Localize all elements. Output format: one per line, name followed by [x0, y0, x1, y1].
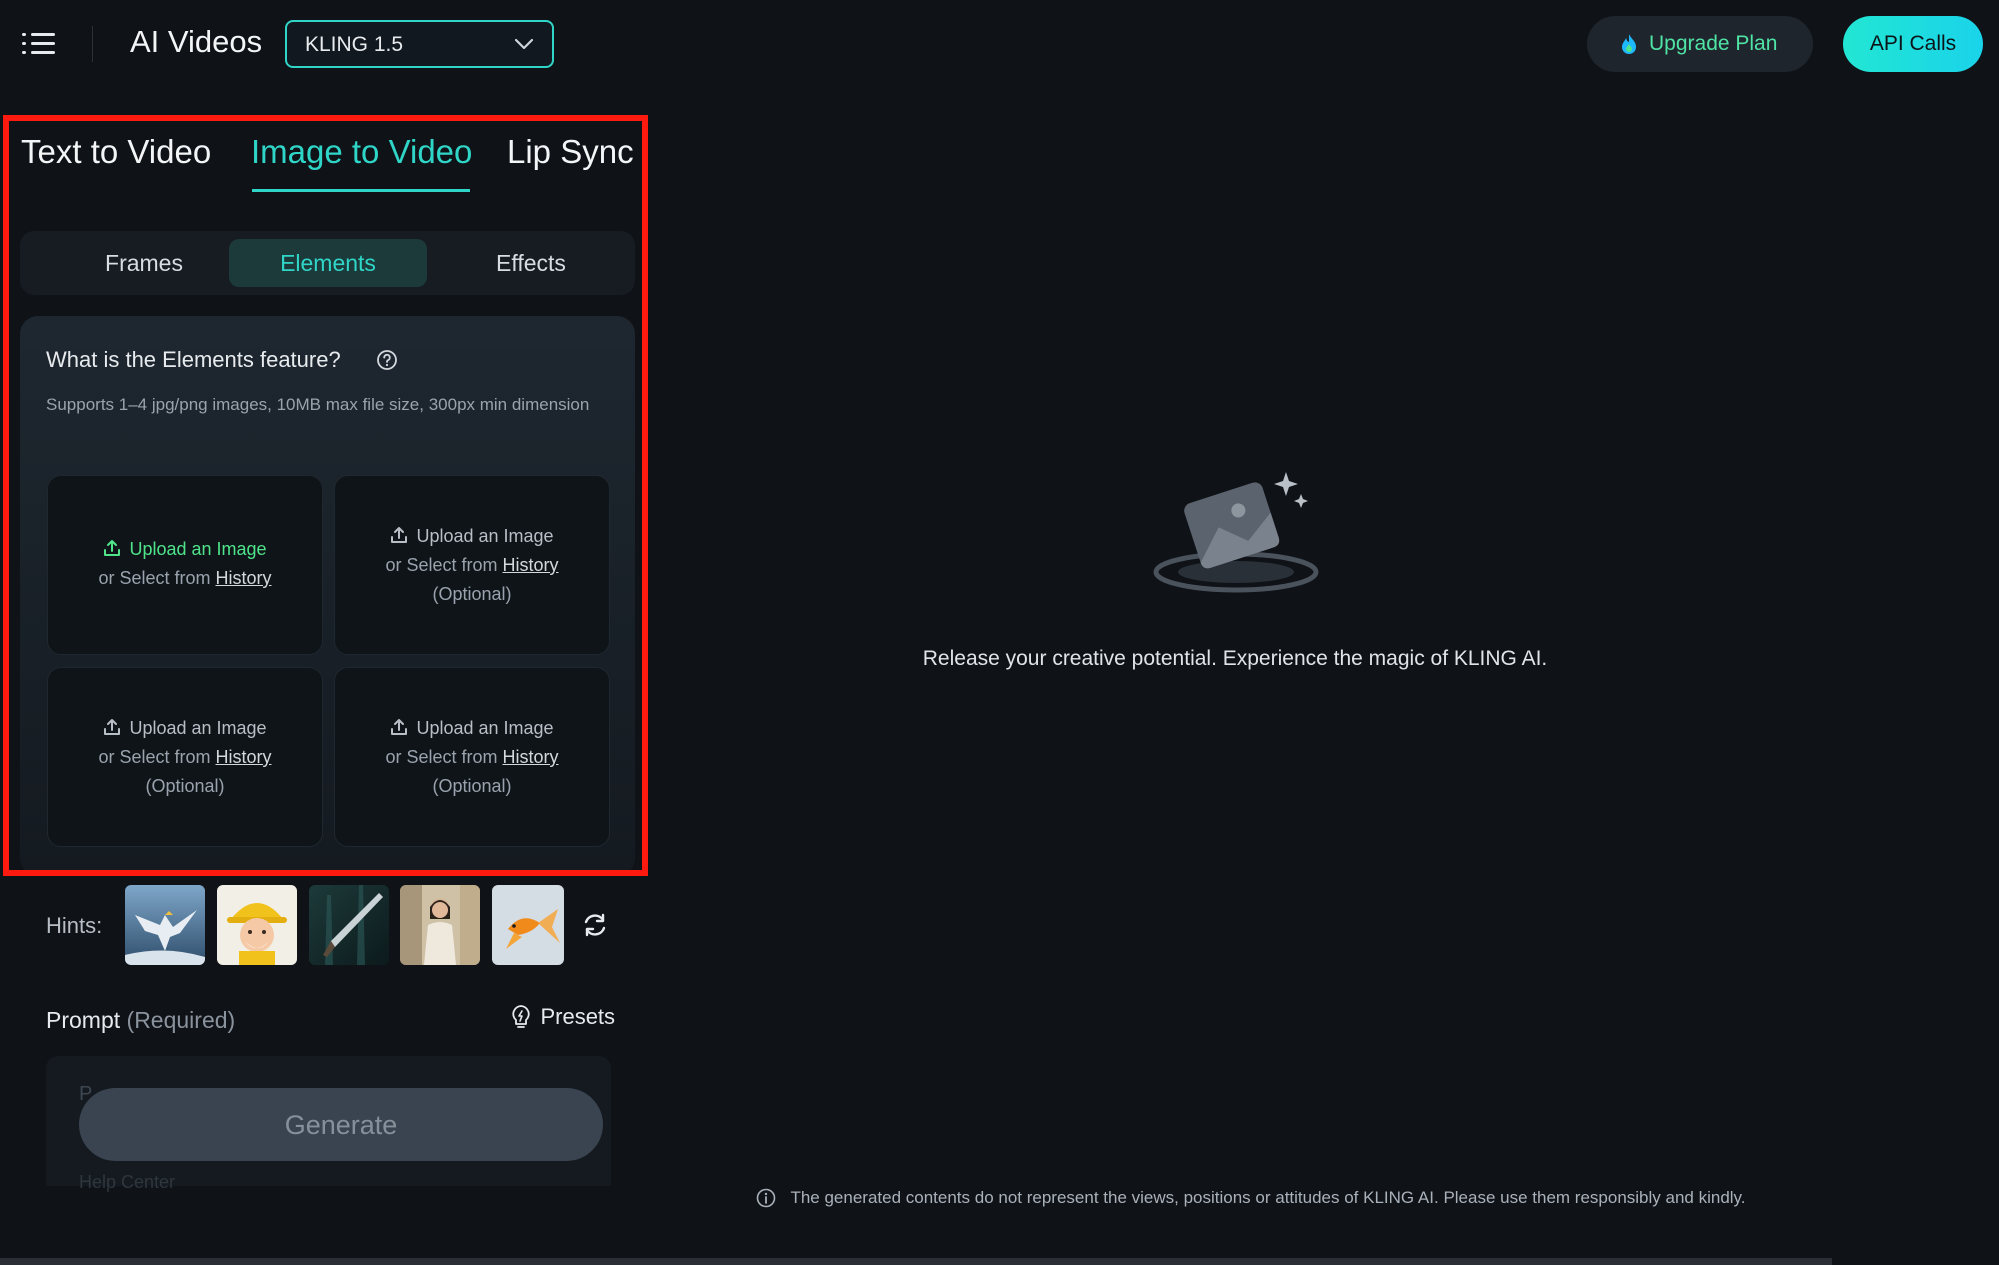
page-title: AI Videos [130, 24, 263, 59]
upload-label: Upload an Image [416, 526, 554, 546]
tab-text-to-video[interactable]: Text to Video [21, 133, 211, 171]
flame-icon [1622, 34, 1636, 54]
select-from-label: or Select from [385, 555, 498, 575]
hint-woman-portrait-image[interactable] [400, 885, 480, 965]
history-link[interactable]: History [216, 568, 272, 588]
hints-label: Hints: [46, 913, 103, 938]
upload-cell-2[interactable]: Upload an Image or Select from History (… [334, 475, 610, 655]
model-select-value: KLING 1.5 [305, 33, 404, 56]
upgrade-plan-label: Upgrade Plan [1649, 32, 1778, 55]
prompt-label-text: Prompt [46, 1007, 121, 1033]
hint-eagle-image[interactable] [125, 885, 205, 965]
generate-button[interactable]: Generate [79, 1088, 603, 1161]
elements-feature-title: What is the Elements feature? [46, 347, 341, 372]
prompt-label: Prompt (Required) [46, 1007, 235, 1034]
upload-cell-4[interactable]: Upload an Image or Select from History (… [334, 667, 610, 847]
info-icon [756, 1188, 776, 1208]
presets-label: Presets [540, 1004, 616, 1029]
tab-image-to-video[interactable]: Image to Video [251, 133, 472, 171]
disclaimer: The generated contents do not represent … [756, 1188, 1746, 1208]
select-from-label: or Select from [98, 747, 211, 767]
header-divider [92, 26, 93, 62]
api-calls-label: API Calls [1869, 32, 1957, 55]
subtab-elements[interactable]: Elements [229, 239, 427, 287]
upload-icon [104, 540, 121, 556]
app-root: AI Videos KLING 1.5 Upgrade Plan API Cal… [0, 0, 1999, 1265]
optional-label: (Optional) [432, 776, 512, 796]
upload-label: Upload an Image [129, 539, 267, 559]
hint-goldfish-image[interactable] [492, 885, 564, 965]
subtab-effects[interactable]: Effects [432, 239, 630, 287]
history-link[interactable]: History [503, 555, 559, 575]
elements-description: Supports 1–4 jpg/png images, 10MB max fi… [46, 395, 590, 414]
presets-button[interactable]: Presets [510, 1004, 615, 1030]
chevron-down-icon [514, 38, 534, 50]
history-link[interactable]: History [503, 747, 559, 767]
upload-icon [391, 719, 408, 735]
model-select[interactable]: KLING 1.5 [285, 20, 554, 68]
generate-label: Generate [284, 1110, 398, 1140]
upload-icon [391, 527, 408, 543]
lightbulb-icon [512, 1005, 530, 1028]
sub-tab-bar: Frames Elements Effects [20, 231, 635, 295]
optional-label: (Optional) [145, 776, 225, 796]
tab-lip-sync[interactable]: Lip Sync [507, 133, 634, 171]
upload-cell-3[interactable]: Upload an Image or Select from History (… [47, 667, 323, 847]
api-calls-button[interactable]: API Calls [1843, 16, 1983, 72]
optional-label: (Optional) [432, 584, 512, 604]
menu-icon[interactable] [22, 28, 56, 58]
top-bar: AI Videos KLING 1.5 Upgrade Plan API Cal… [0, 0, 1999, 90]
hint-cartoon-farmer-image[interactable] [217, 885, 297, 965]
history-link[interactable]: History [216, 747, 272, 767]
select-from-label: or Select from [98, 568, 211, 588]
prompt-required-text: (Required) [126, 1007, 236, 1033]
hint-sword-image[interactable] [309, 885, 389, 965]
help-circle-icon[interactable] [376, 349, 398, 371]
image-placeholder-icon [1153, 472, 1319, 593]
help-center-ghost: Help Center [79, 1172, 176, 1192]
horizontal-scrollbar[interactable] [0, 1258, 1832, 1265]
subtab-frames[interactable]: Frames [45, 239, 243, 287]
upload-label: Upload an Image [416, 718, 554, 738]
upgrade-plan-button[interactable]: Upgrade Plan [1587, 16, 1813, 72]
active-tab-indicator [252, 189, 470, 192]
select-from-label: or Select from [385, 747, 498, 767]
hero-tagline: Release your creative potential. Experie… [922, 647, 1548, 670]
upload-icon [104, 719, 121, 735]
refresh-icon[interactable] [581, 911, 609, 939]
upload-label: Upload an Image [129, 718, 267, 738]
upload-cell-1[interactable]: Upload an Image or Select from History [47, 475, 323, 655]
disclaimer-text: The generated contents do not represent … [790, 1188, 1746, 1207]
